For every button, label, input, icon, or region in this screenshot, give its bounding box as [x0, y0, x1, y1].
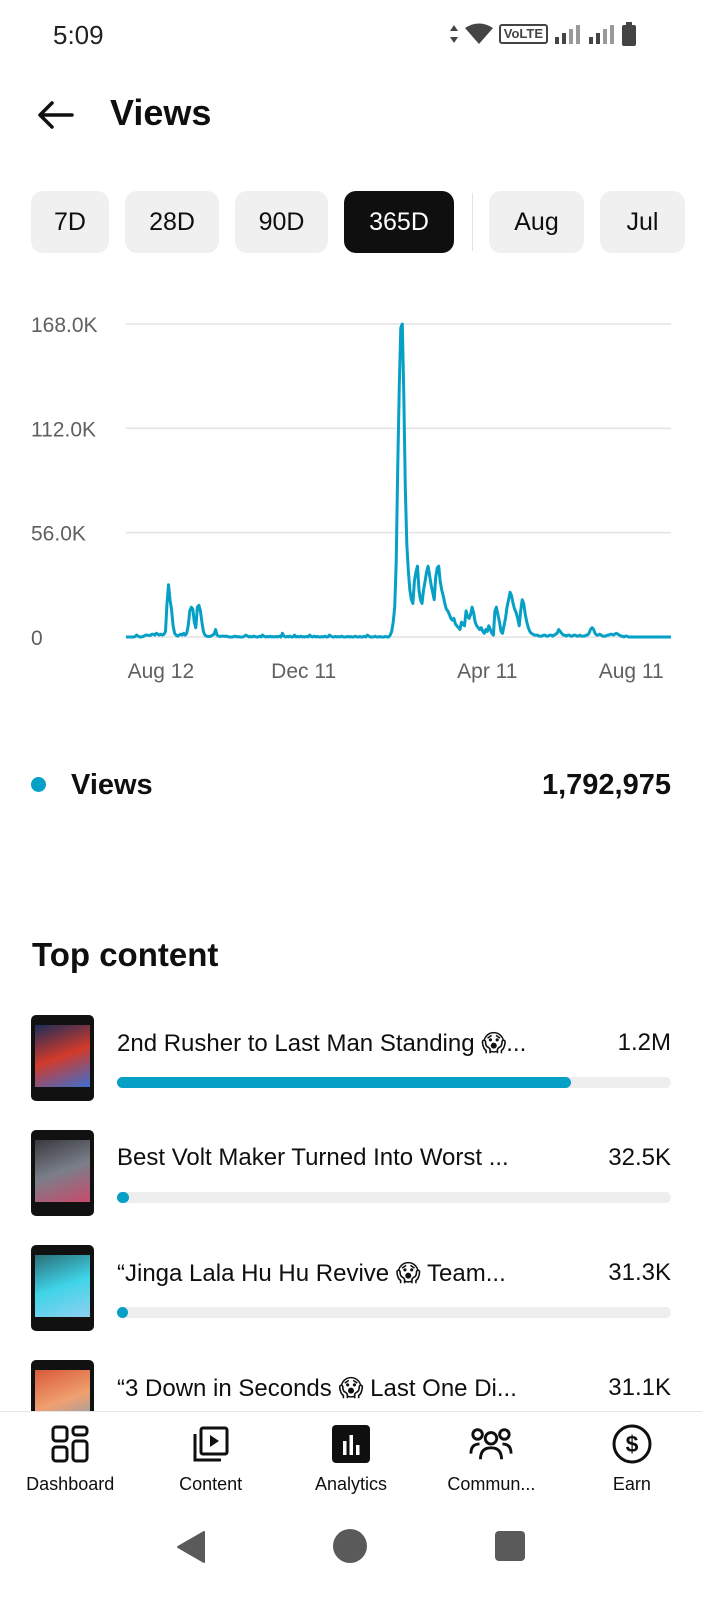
x-tick-label: Dec 11 [271, 660, 336, 683]
list-item[interactable]: Best Volt Maker Turned Into Worst ... 32… [31, 1130, 671, 1216]
share-bar-fill [117, 1307, 129, 1318]
dashboard-icon [48, 1422, 92, 1466]
status-icons: VoLTE [449, 22, 636, 46]
share-bar-fill [117, 1192, 129, 1203]
content-icon [189, 1422, 233, 1466]
list-item[interactable]: “3 Down in Seconds 😱 Last One Di... 31.1… [31, 1360, 671, 1411]
thumbnail-image [35, 1140, 90, 1202]
item-title: 2nd Rusher to Last Man Standing 😱... [117, 1030, 527, 1057]
tab-label: 28D [149, 207, 195, 236]
wifi-icon [464, 23, 493, 44]
nav-label: Dashboard [26, 1474, 115, 1494]
tab-aug[interactable]: Aug [489, 191, 584, 253]
page-title: Views [110, 92, 212, 133]
views-series-line [126, 322, 671, 639]
community-icon [469, 1422, 513, 1466]
tab-label: Aug [514, 207, 559, 236]
tab-7d[interactable]: 7D [31, 191, 109, 253]
share-bar [117, 1192, 671, 1203]
svg-text:$: $ [625, 1431, 638, 1457]
tab-365d[interactable]: 365D [344, 191, 454, 253]
back-button[interactable] [30, 90, 80, 140]
system-home-icon[interactable] [333, 1529, 367, 1563]
views-chart[interactable]: 0 56.0K 112.0K 168.0K Aug 12 Dec 11 Apr 11 Aug … [0, 300, 702, 700]
top-content-title: Top content [32, 936, 219, 973]
x-tick-label: Apr 11 [457, 660, 517, 683]
share-bar [117, 1077, 671, 1088]
tab-label: 90D [258, 207, 305, 236]
video-thumbnail [31, 1245, 94, 1331]
nav-label: Content [179, 1474, 243, 1494]
tab-90d[interactable]: 90D [235, 191, 328, 253]
x-tick-label: Aug 12 [128, 660, 195, 683]
nav-content[interactable]: Content [140, 1412, 280, 1511]
legend-dot [31, 777, 46, 792]
item-title: “Jinga Lala Hu Hu Revive 😱 Team... [117, 1260, 506, 1287]
tab-28d[interactable]: 28D [125, 191, 219, 253]
system-recents-icon[interactable] [495, 1531, 525, 1561]
list-item[interactable]: 2nd Rusher to Last Man Standing 😱... 1.2… [31, 1015, 671, 1101]
legend-label: Views [71, 769, 153, 801]
signal-2-icon [589, 25, 614, 44]
y-tick-label: 0 [31, 627, 43, 650]
analytics-icon [329, 1422, 373, 1466]
share-bar [117, 1307, 671, 1318]
tabs-divider [472, 193, 473, 251]
video-thumbnail [31, 1130, 94, 1216]
x-tick-label: Aug 11 [599, 660, 664, 683]
video-thumbnail [31, 1360, 94, 1411]
earn-icon: $ [610, 1422, 654, 1466]
legend-total: 1,792,975 [541, 769, 671, 801]
tab-label: 365D [369, 207, 429, 236]
thumbnail-image [35, 1025, 90, 1087]
item-title: Best Volt Maker Turned Into Worst ... [117, 1144, 509, 1171]
views-legend: Views 1,792,975 [31, 765, 671, 805]
tab-label: Jul [626, 207, 659, 236]
item-value: 31.1K [608, 1374, 671, 1401]
y-tick-label: 56.0K [31, 523, 86, 546]
nav-label: Earn [612, 1474, 651, 1494]
nav-dashboard[interactable]: Dashboard [0, 1412, 140, 1511]
item-value: 1.2M [617, 1029, 671, 1056]
nav-analytics[interactable]: Analytics [281, 1412, 421, 1511]
video-thumbnail [31, 1015, 94, 1101]
nav-label: Analytics [315, 1474, 388, 1494]
nav-community[interactable]: Commun... [421, 1412, 561, 1511]
tab-label: 7D [54, 207, 86, 236]
volte-badge: VoLTE [498, 24, 548, 44]
item-value: 32.5K [608, 1144, 671, 1171]
arrow-left-icon [38, 101, 74, 129]
data-arrows-icon [449, 25, 458, 43]
nav-earn[interactable]: $ Earn [562, 1412, 702, 1511]
nav-label: Commun... [447, 1474, 536, 1494]
views-line-chart: 0 56.0K 112.0K 168.0K Aug 12 Dec 11 Apr 11 Aug … [31, 314, 671, 683]
system-back-icon[interactable] [176, 1530, 206, 1564]
bottom-nav: Dashboard Content Analytics Commun... $ … [0, 1411, 702, 1511]
share-bar-fill [117, 1077, 572, 1088]
thumbnail-image [35, 1255, 90, 1317]
thumbnail-image [35, 1370, 90, 1411]
top-content-list: 2nd Rusher to Last Man Standing 😱... 1.2… [0, 1015, 702, 1411]
period-tabs: 7D 28D 90D 365D Aug Jul [31, 191, 701, 253]
item-title: “3 Down in Seconds 😱 Last One Di... [117, 1375, 517, 1402]
list-item[interactable]: “Jinga Lala Hu Hu Revive 😱 Team... 31.3K [31, 1245, 671, 1331]
item-value: 31.3K [608, 1259, 671, 1286]
status-bar: 5:09 VoLTE [0, 0, 702, 72]
battery-icon [622, 22, 636, 46]
system-nav-bar [0, 1515, 702, 1600]
tab-jul[interactable]: Jul [600, 191, 685, 253]
signal-icon [555, 25, 580, 44]
page-header: Views [0, 80, 702, 150]
status-time: 5:09 [53, 20, 104, 50]
y-tick-label: 112.0K [31, 418, 96, 441]
y-tick-label: 168.0K [31, 314, 98, 337]
